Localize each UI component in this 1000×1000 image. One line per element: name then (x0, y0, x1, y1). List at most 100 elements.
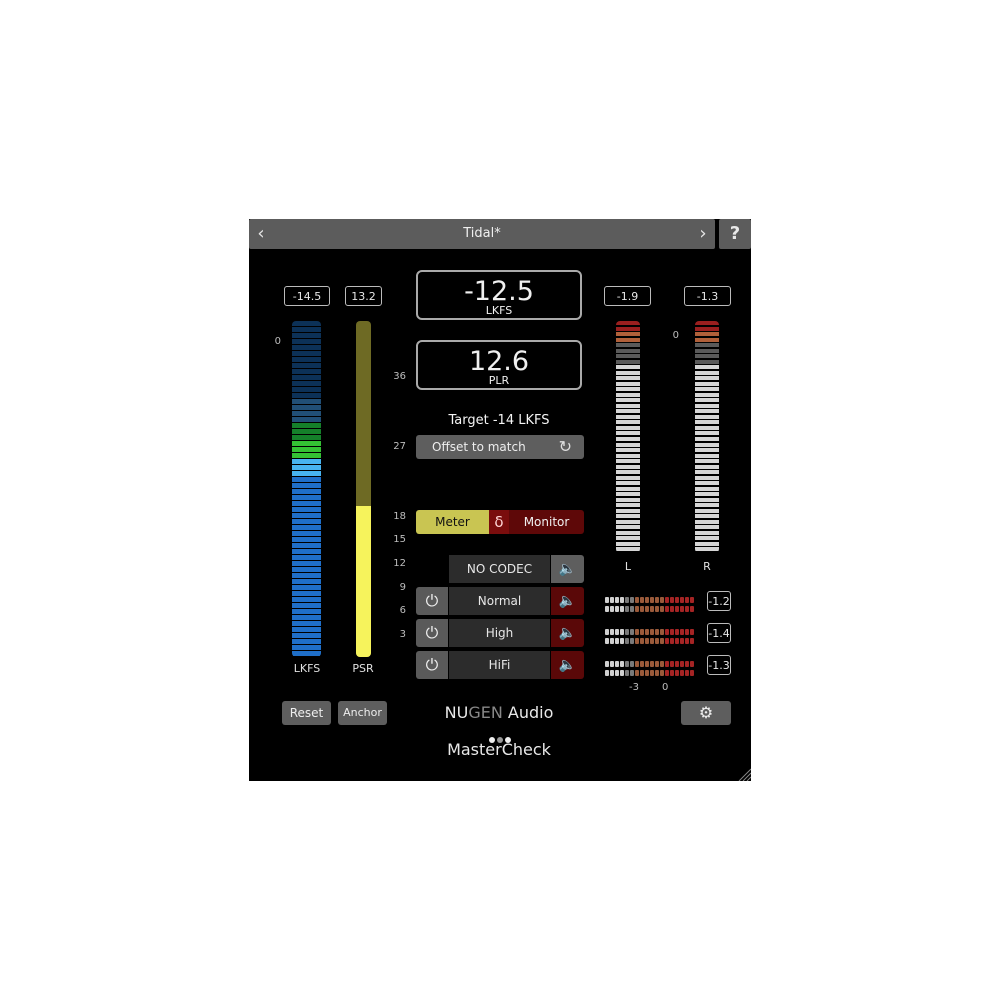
peak-meter-segment (616, 442, 640, 447)
lkfs-meter-segment (292, 471, 321, 476)
peak-meter-segment (616, 387, 640, 392)
peak-meter-segment (616, 354, 640, 359)
gear-icon: ⚙ (698, 703, 714, 722)
codec-name[interactable]: Normal (449, 587, 550, 615)
left-peak-readout: -1.9 (604, 286, 651, 306)
codec-peak-segment (630, 606, 634, 612)
lkfs-meter-segment (292, 369, 321, 374)
brand-audio: Audio (502, 703, 554, 722)
peak-meter-segment (695, 343, 719, 348)
meter-mode-button[interactable]: Meter (416, 510, 489, 534)
speaker-icon[interactable]: 🔈 (551, 587, 584, 615)
peak-meter-segment (695, 442, 719, 447)
power-icon[interactable]: ⏻ (416, 587, 448, 615)
peak-meter-segment (616, 348, 640, 353)
peak-meter-segment (616, 475, 640, 480)
codec-peak-segment (660, 606, 664, 612)
peak-meter-segment (695, 420, 719, 425)
scale-label: 15 (393, 534, 406, 545)
product-name: MasterCheck (447, 740, 551, 759)
lkfs-meter-segment (292, 609, 321, 614)
left-channel-meter (616, 321, 640, 553)
lkfs-meter-segment (292, 561, 321, 566)
codec-peak-segment (680, 638, 684, 644)
lkfs-meter-segment (292, 567, 321, 572)
lkfs-meter-segment (292, 387, 321, 392)
codec-peak-segment (690, 638, 694, 644)
codec-peak-segment (615, 670, 619, 676)
codec-peak-segment (680, 670, 684, 676)
peak-meter-segment (695, 541, 719, 546)
codec-peak-segment (610, 638, 614, 644)
lkfs-meter-segment (292, 633, 321, 638)
codec-peak-segment (650, 638, 654, 644)
peak-meter-segment (695, 398, 719, 403)
lkfs-meter-segment (292, 351, 321, 356)
lkfs-meter-segment (292, 423, 321, 428)
lkfs-meter-segment (292, 645, 321, 650)
anchor-button[interactable]: Anchor (338, 701, 387, 725)
peak-meter-segment (616, 530, 640, 535)
peak-meter-segment (695, 475, 719, 480)
peak-meter-segment (616, 541, 640, 546)
codec-peak-segment (620, 606, 624, 612)
monitor-mode-button[interactable]: Monitor (509, 510, 584, 534)
codec-peak-segment (685, 670, 689, 676)
scale-label: 18 (393, 511, 406, 522)
resize-grip-icon[interactable] (737, 767, 751, 781)
offset-to-match-button[interactable]: Offset to match ↻ (416, 435, 584, 459)
codec-peak-segment (625, 670, 629, 676)
speaker-icon[interactable]: 🔈 (551, 619, 584, 647)
brand-dots (489, 728, 513, 743)
codec-name[interactable]: NO CODEC (449, 555, 550, 583)
power-icon[interactable]: ⏻ (416, 619, 448, 647)
lkfs-meter (292, 321, 321, 657)
peak-meter-segment (695, 409, 719, 414)
codec-peak-readout: -1.2 (707, 591, 731, 611)
scale-label: 3 (399, 629, 406, 640)
plr-readout: 12.6 PLR (416, 340, 582, 390)
peak-meter-segment (695, 354, 719, 359)
chevron-right-icon[interactable]: › (691, 219, 715, 249)
peak-meter-segment (616, 514, 640, 519)
codec-peak-segment (645, 670, 649, 676)
chevron-left-icon[interactable]: ‹ (249, 219, 273, 249)
scale-label: 12 (393, 558, 406, 569)
lkfs-meter-segment (292, 615, 321, 620)
peak-zero-label: 0 (672, 330, 679, 341)
codec-name[interactable]: High (449, 619, 550, 647)
peak-meter-segment (616, 547, 640, 552)
power-icon[interactable]: ⏻ (416, 651, 448, 679)
codec-peak-segment (675, 638, 679, 644)
peak-meter-segment (616, 536, 640, 541)
lkfs-meter-segment (292, 537, 321, 542)
scale-label: 6 (399, 605, 406, 616)
mastercheck-plugin: ‹ Tidal* › ? -14.5 13.2 0 36 27 18 15 12… (249, 219, 751, 781)
peak-meter-segment (616, 326, 640, 331)
preset-bar: ‹ Tidal* › (249, 219, 715, 249)
lkfs-meter-segment (292, 465, 321, 470)
peak-meter-segment (616, 381, 640, 386)
peak-meter-segment (695, 459, 719, 464)
reset-button[interactable]: Reset (282, 701, 331, 725)
settings-button[interactable]: ⚙ (681, 701, 731, 725)
lkfs-meter-segment (292, 333, 321, 338)
speaker-icon[interactable]: 🔈 (551, 555, 584, 583)
codec-peak-meter (605, 597, 695, 612)
lkfs-meter-segment (292, 585, 321, 590)
target-label: Target -14 LKFS (448, 413, 550, 428)
peak-meter-segment (695, 403, 719, 408)
peak-meter-segment (695, 547, 719, 552)
codec-peak-segment (660, 638, 664, 644)
lkfs-value-readout: -14.5 (284, 286, 330, 306)
speaker-icon[interactable]: 🔈 (551, 651, 584, 679)
codec-name[interactable]: HiFi (449, 651, 550, 679)
peak-meter-segment (616, 497, 640, 502)
peak-meter-segment (695, 503, 719, 508)
codec-peak-segment (660, 670, 664, 676)
peak-meter-segment (616, 414, 640, 419)
loudness-readout: -12.5 LKFS (416, 270, 582, 320)
help-button[interactable]: ? (719, 219, 751, 249)
delta-toggle[interactable]: δ (489, 510, 509, 534)
preset-name[interactable]: Tidal* (289, 219, 675, 249)
